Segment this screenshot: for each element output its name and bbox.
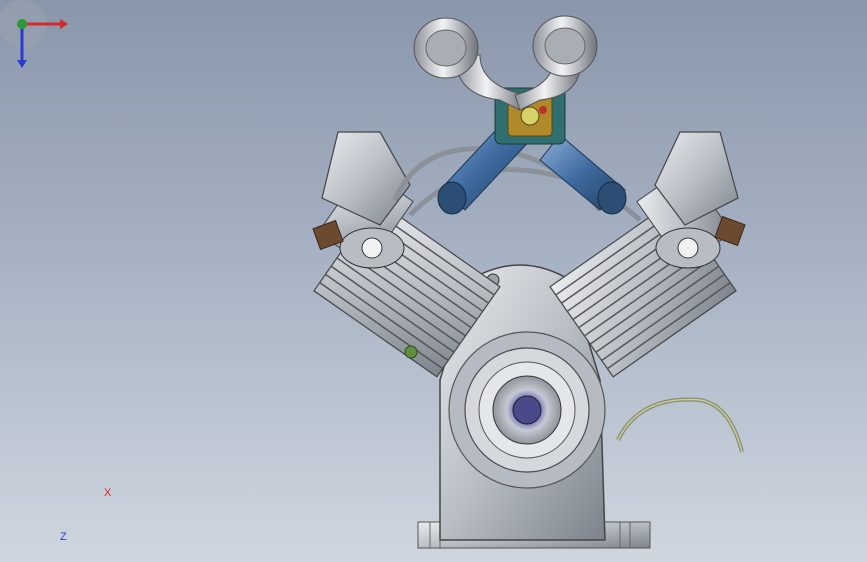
x-axis-label: X	[104, 487, 112, 499]
right-cylinder-head	[654, 131, 746, 269]
engine-model[interactable]	[0, 0, 867, 562]
coordinate-triad-icon	[0, 0, 68, 68]
intake-horns	[413, 15, 598, 111]
ignition-wire	[616, 397, 744, 453]
z-axis-label: Z	[60, 531, 67, 543]
graphics-viewport[interactable]: X Y Z	[0, 0, 867, 562]
